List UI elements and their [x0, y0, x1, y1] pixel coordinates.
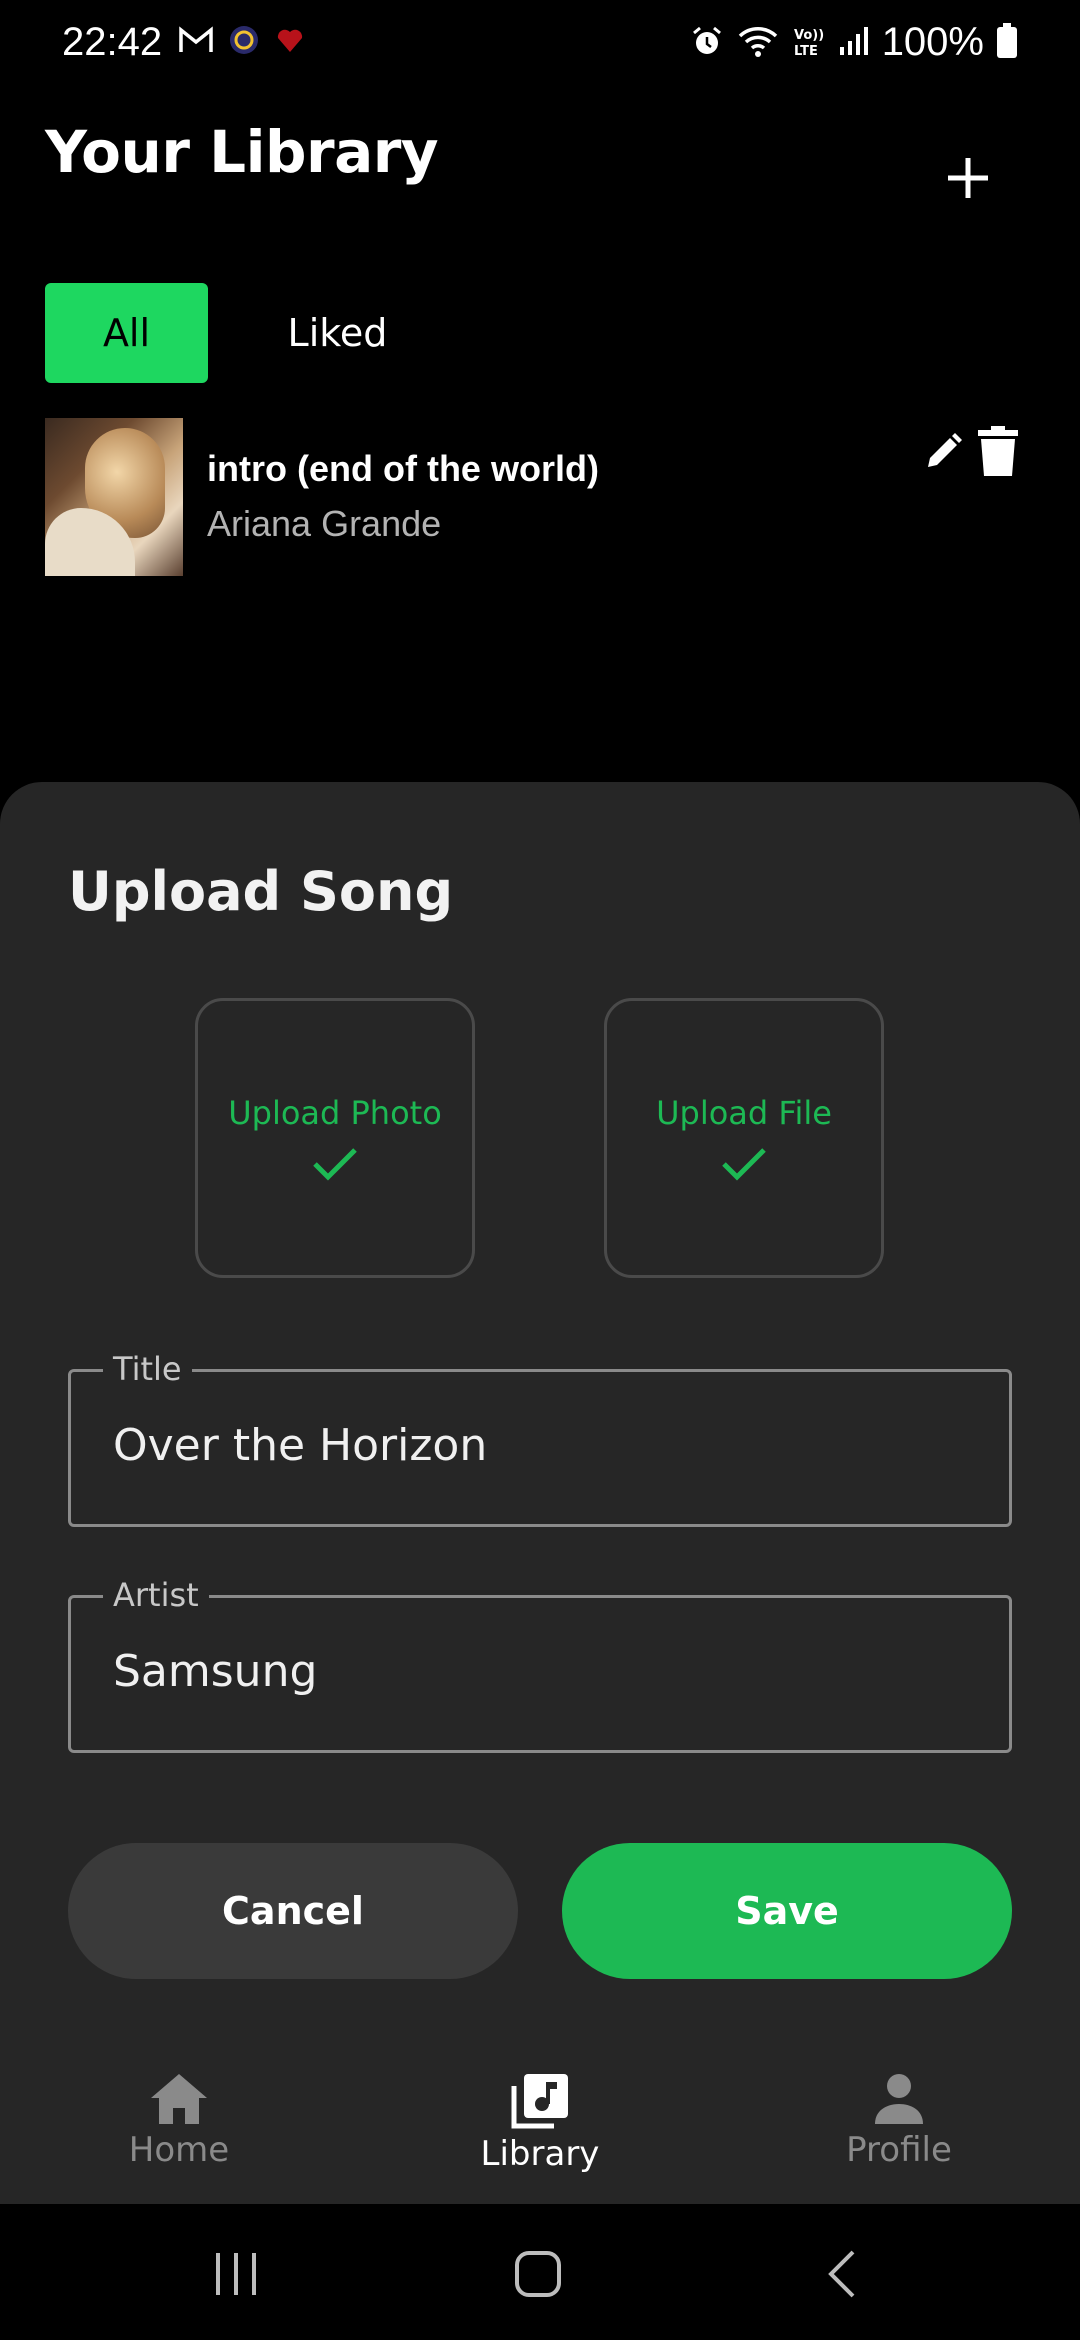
delete-song-button[interactable]: [978, 426, 1024, 482]
edit-song-button[interactable]: [923, 432, 969, 478]
nav-label-home: Home: [128, 2130, 230, 2170]
song-artist: Ariana Grande: [207, 503, 442, 544]
upload-file-button[interactable]: Upload File: [604, 998, 884, 1278]
status-time: 22:42: [62, 20, 163, 64]
battery-percent: 100%: [881, 20, 984, 64]
signal-icon: [838, 25, 870, 61]
title-field[interactable]: Title Over the Horizon: [68, 1350, 1012, 1527]
battery-icon: [996, 22, 1018, 63]
circle-app-icon: [228, 24, 260, 60]
nav-item-home[interactable]: Home: [69, 2072, 289, 2170]
home-system-button[interactable]: [508, 2248, 568, 2300]
artist-field[interactable]: Artist Samsung: [68, 1576, 1012, 1753]
heart-app-icon: [274, 24, 306, 60]
wifi-icon: [736, 24, 780, 62]
artist-field-label: Artist: [103, 1576, 209, 1614]
system-navigation-bar: [0, 2204, 1080, 2340]
upload-photo-button[interactable]: Upload Photo: [195, 998, 475, 1278]
pencil-icon: [928, 433, 962, 467]
back-button[interactable]: [812, 2248, 872, 2300]
title-field-value[interactable]: Over the Horizon: [113, 1420, 487, 1471]
notification-icons: [178, 24, 306, 60]
nav-label-library: Library: [480, 2134, 600, 2174]
system-status-icons: Vo)) LTE 100%: [690, 20, 1018, 65]
checkmark-icon: [313, 1148, 357, 1181]
trash-icon: [978, 426, 1018, 476]
svg-text:LTE: LTE: [794, 44, 818, 58]
filter-chip-all[interactable]: All: [45, 283, 208, 383]
status-bar: 22:42 Vo)) LTE 100%: [0, 0, 1080, 90]
artist-field-value[interactable]: Samsung: [113, 1646, 317, 1697]
home-icon: [151, 2074, 207, 2124]
recent-apps-icon: [216, 2253, 256, 2295]
upload-song-sheet: Upload Song Upload Photo Upload File Tit…: [0, 782, 1080, 2204]
save-button[interactable]: Save: [562, 1843, 1012, 1979]
alarm-icon: [690, 24, 724, 62]
upload-file-label: Upload File: [656, 1094, 832, 1132]
bottom-navigation: Home Library Profile: [0, 2050, 1080, 2204]
nav-item-profile[interactable]: Profile: [789, 2072, 1009, 2170]
filter-chip-liked[interactable]: Liked: [270, 283, 405, 383]
profile-icon: [875, 2074, 923, 2124]
title-field-label: Title: [103, 1350, 192, 1388]
upload-photo-label: Upload Photo: [228, 1094, 442, 1132]
home-square-icon: [515, 2251, 561, 2297]
volte-icon: Vo)) LTE: [792, 24, 826, 62]
library-icon: [511, 2074, 568, 2129]
nav-label-profile: Profile: [846, 2130, 952, 2170]
plus-icon: [948, 158, 988, 198]
album-art: [45, 418, 183, 576]
page-title: Your Library: [45, 118, 439, 186]
gmail-icon: [178, 25, 214, 59]
cancel-button[interactable]: Cancel: [68, 1843, 518, 1979]
song-title: intro (end of the world): [207, 448, 599, 489]
svg-text:Vo)): Vo)): [794, 28, 824, 43]
nav-item-library[interactable]: Library: [430, 2072, 650, 2174]
recent-apps-button[interactable]: [206, 2248, 266, 2300]
add-song-button[interactable]: [940, 150, 996, 206]
checkmark-icon: [722, 1148, 766, 1181]
song-list-item[interactable]: intro (end of the world) Ariana Grande: [45, 418, 1035, 576]
sheet-title: Upload Song: [68, 860, 454, 923]
back-chevron-icon: [828, 2250, 855, 2298]
